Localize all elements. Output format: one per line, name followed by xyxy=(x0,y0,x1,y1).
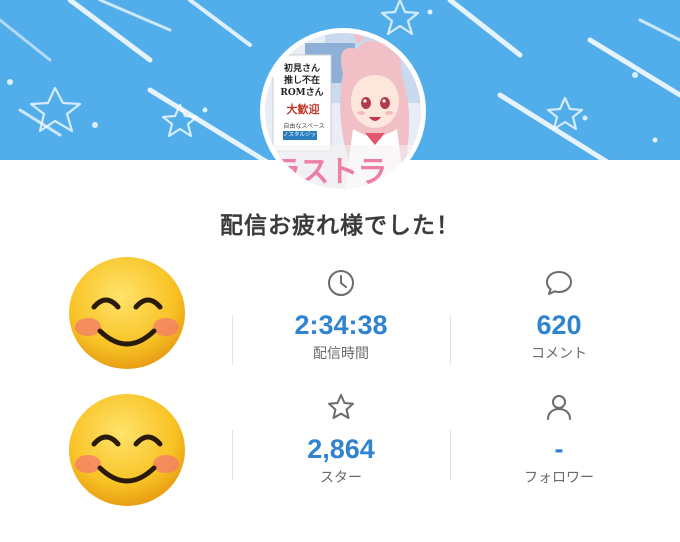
stream-duration-value: 2:34:38 xyxy=(294,310,388,340)
clock-icon xyxy=(328,270,354,296)
stream-thumbnail-avatar: 初見さん 推し不在 ROMさん 大歓迎 自由なスペース作業 ノスタルジック ラス… xyxy=(260,28,426,194)
poster-text-lines: 初見さん 推し不在 ROMさん xyxy=(279,63,325,99)
poster-welcome: 大歓迎 xyxy=(286,103,320,116)
stream-duration-label: 配信時間 xyxy=(313,346,369,362)
poster-line: ROMさん xyxy=(280,88,324,98)
poster-line: 初見さん xyxy=(283,64,320,74)
smiling-face-icon xyxy=(69,257,185,369)
comment-icon xyxy=(546,271,572,295)
person-icon xyxy=(547,395,571,420)
page-title: 配信お疲れ様でした！ xyxy=(220,213,460,239)
stat-stars: 2,864 スター xyxy=(232,392,450,487)
stat-followers: - フォロワー xyxy=(450,392,668,487)
stat-comments: 620 コメント xyxy=(450,268,668,363)
comments-label: コメント xyxy=(531,346,587,362)
poster-line: 推し不在 xyxy=(283,76,320,86)
thumbnail-image: 初見さん 推し不在 ROMさん 大歓迎 自由なスペース作業 ノスタルジック ラス… xyxy=(265,33,421,189)
smiling-face-icon xyxy=(69,394,185,506)
followers-value: - xyxy=(554,434,564,464)
stars-value: 2,864 xyxy=(307,434,375,464)
poster-box-label: ノスタルジック xyxy=(283,131,322,140)
star-icon xyxy=(328,394,354,419)
stars-label: スター xyxy=(320,470,362,486)
followers-label: フォロワー xyxy=(524,470,594,486)
stat-stream-duration: 2:34:38 配信時間 xyxy=(232,268,450,363)
thumbnail-title-fragment: ラストラ xyxy=(271,155,387,189)
comments-value: 620 xyxy=(536,310,582,340)
